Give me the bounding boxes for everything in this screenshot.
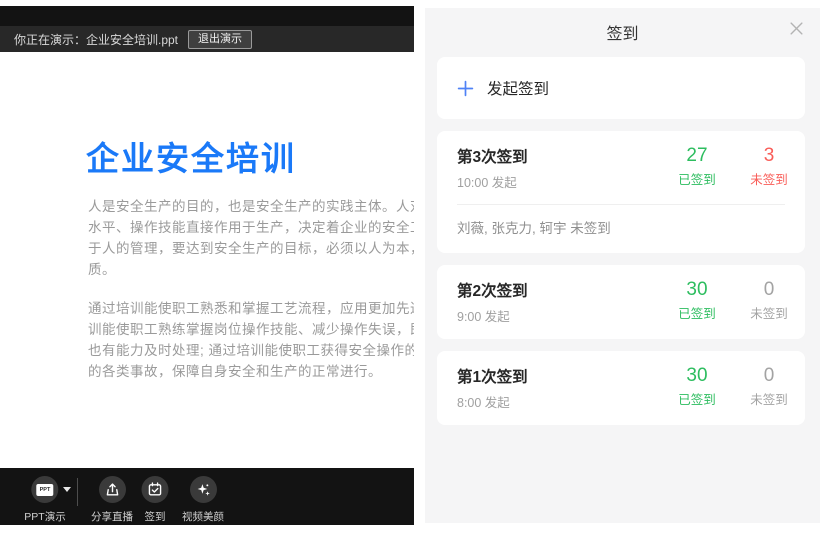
- unsigned-count: 3: [741, 145, 797, 166]
- signed-count: 27: [669, 145, 725, 166]
- panel-title: 签到: [425, 20, 820, 44]
- slide-paragraph-1: 人是安全生产的目的，也是安全生产的实践主体。人对安 水平、操作技能直接作用于生产…: [88, 196, 414, 280]
- checkin-panel: 签到 发起签到 第3次签到 10:00 发起: [425, 0, 820, 537]
- slide-text-line: 人是安全生产的目的，也是安全生产的实践主体。人对安: [88, 196, 414, 217]
- signed-count: 30: [669, 279, 725, 300]
- signed-label: 已签到: [669, 303, 725, 322]
- slide-text-line: 于人的管理，要达到安全生产的目标，必须以人为本，全: [88, 238, 414, 259]
- signin-time: 9:00 发起: [457, 306, 528, 325]
- create-checkin-label: 发起签到: [487, 77, 549, 99]
- slide-text-line: 也有能力及时处理; 通过培训能使职工获得安全操作的本: [88, 340, 414, 361]
- exit-presentation-button[interactable]: 退出演示: [188, 30, 252, 49]
- unsigned-label: 未签到: [741, 303, 797, 322]
- toolbar-divider: [77, 478, 78, 506]
- ppt-badge: PPT: [36, 484, 53, 496]
- toolbar-button-label: 分享直播: [91, 509, 133, 524]
- signed-label: 已签到: [669, 389, 725, 408]
- ppt-dropdown-caret-icon[interactable]: [63, 487, 71, 492]
- signin-time: 10:00 发起: [457, 172, 528, 191]
- signin-stats: 30 已签到 0 未签到: [669, 365, 797, 408]
- unsigned-label: 未签到: [741, 169, 797, 188]
- share-live-icon: [99, 476, 126, 503]
- signin-card-round-1[interactable]: 第1次签到 8:00 发起 30 已签到 0 未签到: [437, 351, 805, 425]
- beauty-icon: [190, 476, 217, 503]
- unsigned-stat: 3 未签到: [741, 145, 797, 188]
- signin-title: 第1次签到: [457, 365, 528, 387]
- plus-icon: [457, 80, 474, 97]
- panel-header: 签到: [425, 8, 820, 52]
- meeting-toolbar: PPT PPT演示 分享直播: [0, 468, 414, 525]
- signin-card-round-2[interactable]: 第2次签到 9:00 发起 30 已签到 0 未签到: [437, 265, 805, 339]
- panel-body: 发起签到 第3次签到 10:00 发起 27 已签到 3: [425, 52, 820, 425]
- unsigned-stat: 0 未签到: [741, 365, 797, 408]
- signin-info: 第2次签到 9:00 发起: [457, 279, 528, 325]
- signed-stat: 27 已签到: [669, 145, 725, 188]
- signin-stats: 27 已签到 3 未签到: [669, 145, 797, 188]
- video-beauty-button[interactable]: 视频美颜: [182, 476, 224, 524]
- ppt-present-button[interactable]: PPT PPT演示: [24, 476, 65, 524]
- unsigned-count: 0: [741, 279, 797, 300]
- unsigned-count: 0: [741, 365, 797, 386]
- absent-names: 刘薇, 张克力, 轲宇 未签到: [457, 205, 797, 239]
- create-checkin-button[interactable]: 发起签到: [437, 57, 805, 119]
- slide-text-line: 训能使职工熟练掌握岗位操作技能、减少操作失误，即使: [88, 319, 414, 340]
- toolbar-button-label: 签到: [145, 509, 166, 524]
- slide-paragraph-2: 通过培训能使职工熟悉和掌握工艺流程，应用更加先进的 训能使职工熟练掌握岗位操作技…: [88, 298, 414, 382]
- presentation-stage: 你正在演示：企业安全培训.ppt 退出演示 企业安全培训 人是安全生产的目的，也…: [0, 6, 414, 525]
- unsigned-label: 未签到: [741, 389, 797, 408]
- signed-count: 30: [669, 365, 725, 386]
- close-icon[interactable]: [787, 19, 805, 37]
- signin-title: 第2次签到: [457, 279, 528, 301]
- presenter-bar: 你正在演示：企业安全培训.ppt 退出演示: [0, 26, 414, 52]
- signin-stats: 30 已签到 0 未签到: [669, 279, 797, 322]
- signin-info: 第1次签到 8:00 发起: [457, 365, 528, 411]
- slide-text-line: 质。: [88, 259, 414, 280]
- checkin-button[interactable]: 签到: [142, 476, 169, 524]
- slide-title: 企业安全培训: [86, 132, 296, 180]
- ppt-icon: PPT: [31, 476, 58, 503]
- signed-label: 已签到: [669, 169, 725, 188]
- unsigned-stat: 0 未签到: [741, 279, 797, 322]
- signin-info: 第3次签到 10:00 发起: [457, 145, 528, 191]
- checkin-panel-surface: 签到 发起签到 第3次签到 10:00 发起: [425, 8, 820, 523]
- signin-time: 8:00 发起: [457, 392, 528, 411]
- share-live-button[interactable]: 分享直播: [91, 476, 133, 524]
- signin-card-round-3[interactable]: 第3次签到 10:00 发起 27 已签到 3 未签到: [437, 131, 805, 253]
- signin-title: 第3次签到: [457, 145, 528, 167]
- slide: 企业安全培训 人是安全生产的目的，也是安全生产的实践主体。人对安 水平、操作技能…: [0, 52, 414, 468]
- slide-text-line: 的各类事故，保障自身安全和生产的正常进行。: [88, 361, 414, 382]
- toolbar-button-label: PPT演示: [24, 509, 65, 524]
- signed-stat: 30 已签到: [669, 365, 725, 408]
- slide-text-line: 水平、操作技能直接作用于生产，决定着企业的安全工作: [88, 217, 414, 238]
- toolbar-button-label: 视频美颜: [182, 509, 224, 524]
- slide-text-line: 通过培训能使职工熟悉和掌握工艺流程，应用更加先进的: [88, 298, 414, 319]
- signed-stat: 30 已签到: [669, 279, 725, 322]
- checkin-icon: [142, 476, 169, 503]
- presenting-status-text: 你正在演示：企业安全培训.ppt: [14, 31, 178, 48]
